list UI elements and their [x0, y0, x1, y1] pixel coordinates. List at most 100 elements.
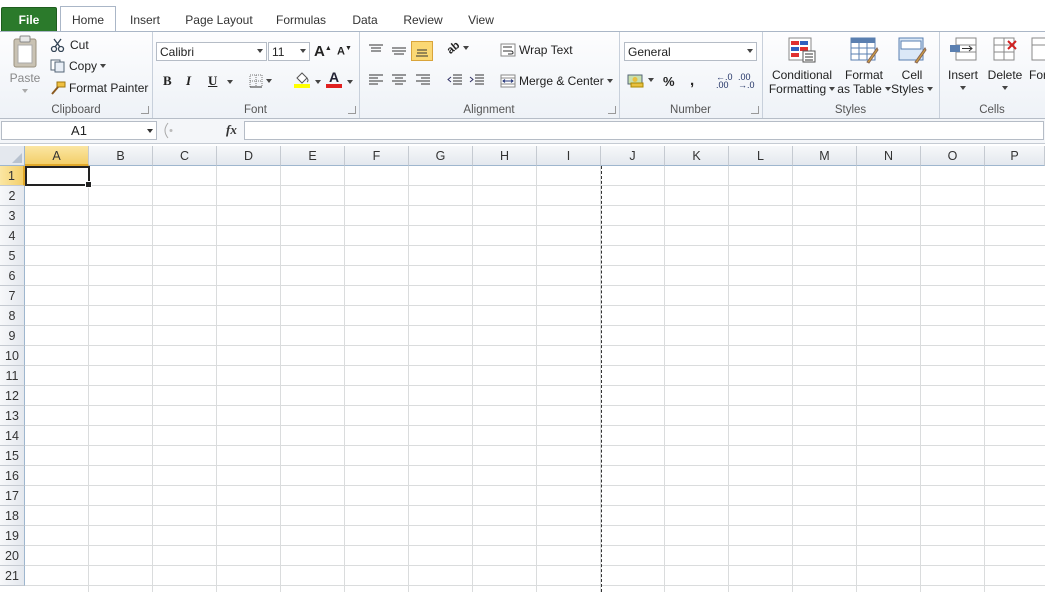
tab-review[interactable]: Review: [398, 8, 448, 31]
accounting-format-button[interactable]: [627, 72, 654, 88]
name-box[interactable]: A1: [1, 121, 157, 140]
worksheet-grid[interactable]: A B C D E F G H I J K L M N O P 1 2 3 4 5 6 7 8 9 10 11 12 13 14 15 16 1…: [0, 146, 1045, 592]
tab-insert[interactable]: Insert: [122, 8, 168, 31]
row-header-7[interactable]: 7: [0, 286, 25, 306]
font-name-combobox[interactable]: Calibri: [156, 42, 267, 61]
column-header-a[interactable]: A: [25, 146, 89, 166]
tab-formulas[interactable]: Formulas: [270, 8, 332, 31]
font-size-combobox[interactable]: 11: [268, 42, 310, 61]
copy-button[interactable]: Copy: [50, 59, 107, 73]
font-size-dropdown-arrow[interactable]: [300, 49, 306, 53]
row-header-9[interactable]: 9: [0, 326, 25, 346]
cell-styles-button[interactable]: Cell Styles: [891, 36, 933, 96]
italic-button[interactable]: I: [186, 73, 191, 89]
row-header-20[interactable]: 20: [0, 546, 25, 566]
column-header-i[interactable]: I: [537, 146, 601, 166]
row-header-1[interactable]: 1: [0, 166, 25, 186]
tab-file[interactable]: File: [1, 7, 57, 33]
insert-function-button[interactable]: fx: [226, 122, 237, 138]
row-header-10[interactable]: 10: [0, 346, 25, 366]
row-header-14[interactable]: 14: [0, 426, 25, 446]
expand-handle-icon[interactable]: [160, 121, 220, 140]
column-header-l[interactable]: L: [729, 146, 793, 166]
row-header-18[interactable]: 18: [0, 506, 25, 526]
percent-style-button[interactable]: %: [663, 74, 675, 89]
format-cells-button[interactable]: For: [1029, 36, 1045, 82]
conditional-formatting-dropdown-arrow[interactable]: [829, 87, 836, 91]
column-header-f[interactable]: F: [345, 146, 409, 166]
column-header-c[interactable]: C: [153, 146, 217, 166]
orientation-button[interactable]: ab: [445, 39, 469, 57]
borders-button[interactable]: [249, 74, 272, 88]
name-box-dropdown-arrow[interactable]: [147, 129, 153, 133]
tab-view[interactable]: View: [460, 8, 502, 31]
row-header-16[interactable]: 16: [0, 466, 25, 486]
insert-cells-dropdown-arrow[interactable]: [960, 86, 966, 90]
underline-button[interactable]: U: [208, 73, 217, 89]
row-header-6[interactable]: 6: [0, 266, 25, 286]
column-header-m[interactable]: M: [793, 146, 857, 166]
active-cell-a1[interactable]: [25, 166, 92, 188]
row-header-3[interactable]: 3: [0, 206, 25, 226]
column-header-k[interactable]: K: [665, 146, 729, 166]
column-header-b[interactable]: B: [89, 146, 153, 166]
number-dialog-launcher[interactable]: [751, 106, 759, 114]
tab-page-layout[interactable]: Page Layout: [180, 8, 258, 31]
formula-input[interactable]: [244, 121, 1044, 140]
fill-color-dropdown-arrow[interactable]: [315, 80, 321, 84]
comma-style-button[interactable]: ,: [690, 72, 694, 89]
cell-styles-dropdown-arrow[interactable]: [926, 87, 933, 91]
row-header-2[interactable]: 2: [0, 186, 25, 206]
paste-dropdown-arrow[interactable]: [22, 89, 28, 93]
number-format-combobox[interactable]: General: [624, 42, 757, 61]
decrease-font-size-button[interactable]: A▼: [337, 45, 352, 58]
column-header-d[interactable]: D: [217, 146, 281, 166]
format-as-table-dropdown-arrow[interactable]: [884, 87, 891, 91]
conditional-formatting-button[interactable]: Conditional Formatting: [767, 36, 837, 96]
merge-center-button[interactable]: Merge & Center: [500, 74, 613, 88]
select-all-button[interactable]: [0, 146, 25, 166]
row-header-11[interactable]: 11: [0, 366, 25, 386]
increase-decimal-button[interactable]: ←.0.00: [716, 73, 733, 90]
align-left-button[interactable]: [368, 74, 384, 86]
paste-button[interactable]: Paste: [6, 35, 44, 99]
format-as-table-button[interactable]: Format as Table: [837, 36, 891, 96]
tab-home[interactable]: Home: [60, 6, 116, 33]
wrap-text-button[interactable]: Wrap Text: [500, 43, 573, 57]
font-name-dropdown-arrow[interactable]: [257, 49, 263, 53]
column-header-j[interactable]: J: [601, 146, 665, 166]
column-header-p[interactable]: P: [985, 146, 1045, 166]
column-header-n[interactable]: N: [857, 146, 921, 166]
clipboard-dialog-launcher[interactable]: [141, 106, 149, 114]
row-header-5[interactable]: 5: [0, 246, 25, 266]
decrease-decimal-button[interactable]: .00 →.0: [738, 73, 755, 90]
row-header-17[interactable]: 17: [0, 486, 25, 506]
format-painter-button[interactable]: Format Painter: [50, 81, 148, 95]
copy-dropdown-arrow[interactable]: [100, 64, 107, 68]
row-header-19[interactable]: 19: [0, 526, 25, 546]
alignment-dialog-launcher[interactable]: [608, 106, 616, 114]
insert-cells-button[interactable]: Insert: [945, 36, 981, 90]
top-align-button[interactable]: [368, 44, 384, 56]
increase-indent-button[interactable]: [469, 74, 485, 86]
orientation-dropdown-arrow[interactable]: [462, 46, 469, 50]
accounting-dropdown-arrow[interactable]: [648, 78, 654, 82]
borders-dropdown-arrow[interactable]: [266, 79, 272, 83]
row-header-12[interactable]: 12: [0, 386, 25, 406]
bottom-align-button[interactable]: [411, 41, 433, 61]
column-header-e[interactable]: E: [281, 146, 345, 166]
increase-font-size-button[interactable]: A▲: [314, 43, 332, 60]
row-header-4[interactable]: 4: [0, 226, 25, 246]
underline-dropdown-arrow[interactable]: [227, 80, 233, 84]
align-right-button[interactable]: [415, 74, 431, 86]
font-color-dropdown-arrow[interactable]: [347, 80, 353, 84]
column-header-h[interactable]: H: [473, 146, 537, 166]
delete-cells-dropdown-arrow[interactable]: [1002, 86, 1008, 90]
font-dialog-launcher[interactable]: [348, 106, 356, 114]
number-format-dropdown-arrow[interactable]: [747, 49, 753, 53]
row-header-21[interactable]: 21: [0, 566, 25, 586]
column-header-g[interactable]: G: [409, 146, 473, 166]
fill-color-button[interactable]: [294, 72, 310, 88]
tab-data[interactable]: Data: [344, 8, 386, 31]
delete-cells-button[interactable]: Delete: [987, 36, 1023, 90]
